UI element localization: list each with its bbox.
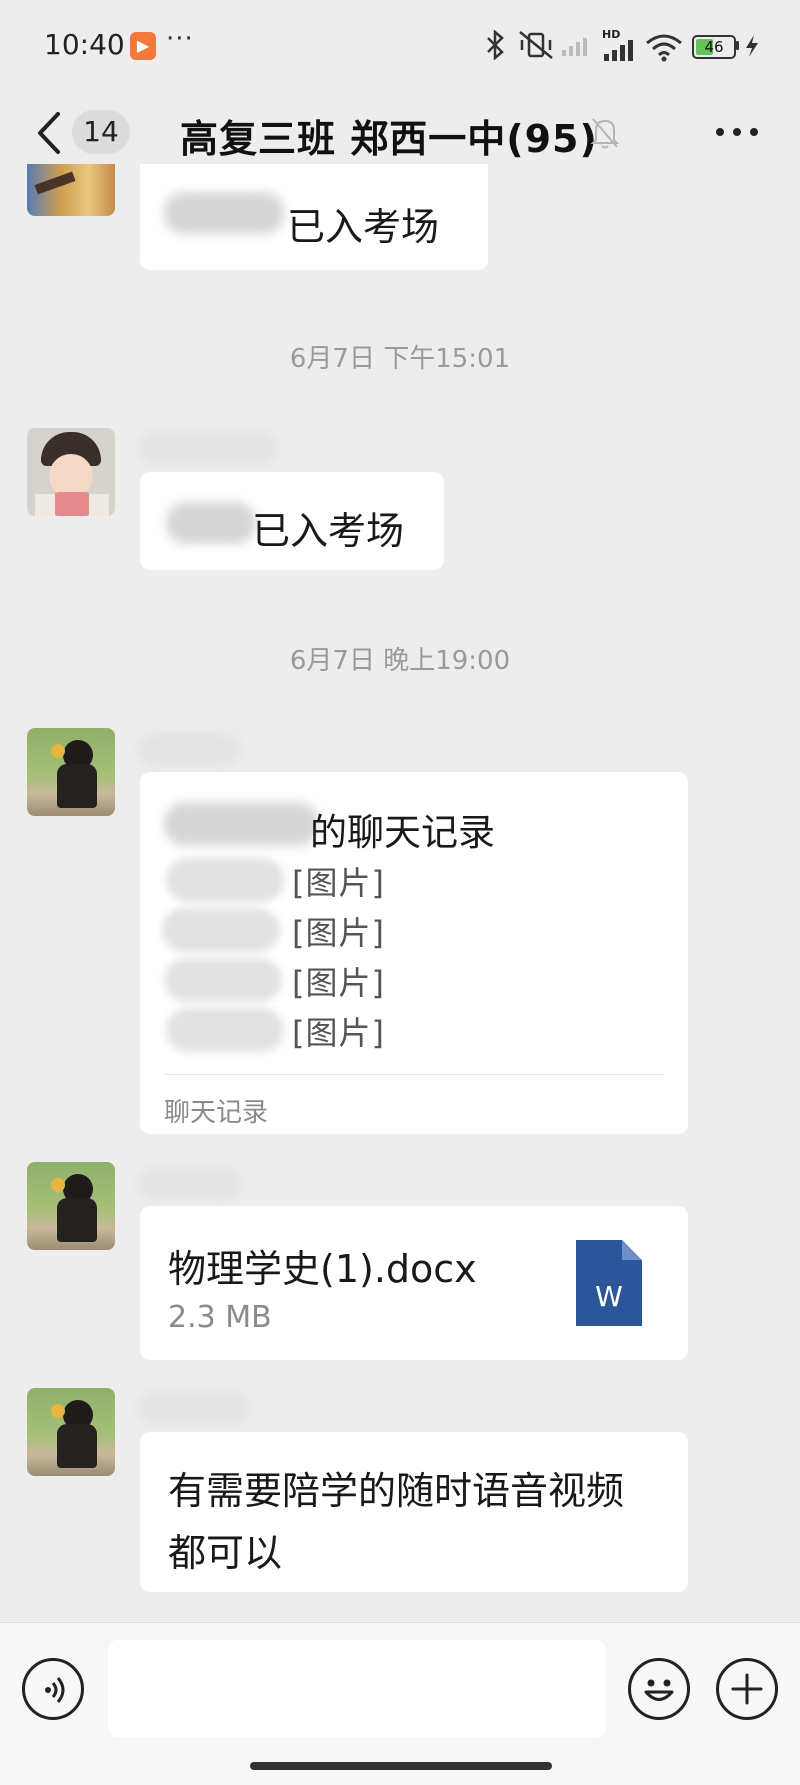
voice-input-button[interactable] bbox=[22, 1658, 84, 1720]
video-app-icon: ▶ bbox=[130, 32, 156, 60]
wifi-icon bbox=[646, 34, 682, 62]
unread-count-badge[interactable]: 14 bbox=[72, 110, 130, 154]
sender-name-redacted bbox=[138, 1168, 240, 1200]
chat-record-line: [图片] bbox=[292, 964, 385, 1002]
redacted-name bbox=[164, 958, 282, 1002]
message-bubble[interactable]: 有需要陪学的随时语音视频 都可以 bbox=[140, 1432, 688, 1592]
signal-off-icon bbox=[562, 38, 587, 56]
redacted-name bbox=[166, 1008, 284, 1052]
message-bubble[interactable]: 已入考场 bbox=[140, 472, 444, 570]
avatar[interactable] bbox=[27, 728, 115, 816]
chat-record-footer: 聊天记录 bbox=[164, 1098, 269, 1128]
chat-record-line: [图片] bbox=[292, 864, 385, 902]
redacted-name bbox=[166, 502, 256, 544]
word-document-icon: W bbox=[576, 1240, 642, 1326]
redacted-name bbox=[164, 192, 284, 234]
message-input[interactable] bbox=[108, 1640, 606, 1738]
voice-icon bbox=[45, 1677, 65, 1703]
bluetooth-icon bbox=[487, 30, 504, 60]
timestamp: 6月7日 下午15:01 bbox=[289, 344, 511, 374]
avatar[interactable] bbox=[27, 164, 115, 216]
file-size: 2.3 MB bbox=[168, 1300, 272, 1335]
sender-name-redacted bbox=[138, 734, 240, 766]
file-name: 物理学史(1).docx bbox=[168, 1247, 477, 1291]
word-icon-letter: W bbox=[595, 1280, 623, 1313]
chat-record-line: [图片] bbox=[292, 1014, 385, 1052]
timestamp: 6月7日 晚上19:00 bbox=[289, 646, 511, 676]
redacted-name bbox=[166, 858, 284, 902]
home-indicator[interactable] bbox=[250, 1762, 552, 1770]
emoji-button[interactable] bbox=[628, 1658, 690, 1720]
redacted-name bbox=[164, 802, 318, 846]
battery-indicator: 46 bbox=[692, 35, 736, 59]
battery-tip bbox=[736, 41, 739, 50]
message-text: 已入考场 bbox=[287, 205, 440, 249]
message-bubble[interactable]: 已入考场 bbox=[140, 164, 488, 270]
avatar[interactable] bbox=[27, 1162, 115, 1250]
sender-name-redacted bbox=[138, 432, 278, 464]
emoji-icon bbox=[644, 1679, 674, 1701]
chat-record-card[interactable]: 的聊天记录 [图片] [图片] [图片] [图片] 聊天记录 bbox=[140, 772, 688, 1134]
back-button[interactable] bbox=[30, 108, 70, 158]
chat-title[interactable]: 高复三班 郑西一中(95) bbox=[180, 108, 598, 163]
avatar[interactable] bbox=[27, 1388, 115, 1476]
sender-name-redacted bbox=[138, 1392, 248, 1424]
signal-icon bbox=[604, 40, 633, 61]
chat-record-line: [图片] bbox=[292, 914, 385, 952]
plus-icon bbox=[731, 1673, 763, 1705]
message-text-line: 都可以 bbox=[168, 1531, 283, 1575]
mute-bell-icon bbox=[590, 118, 620, 149]
file-message-card[interactable]: 物理学史(1).docx 2.3 MB W bbox=[140, 1206, 688, 1360]
redacted-name bbox=[162, 908, 280, 952]
divider bbox=[164, 1074, 664, 1075]
status-more-indicator: ··· bbox=[166, 24, 194, 54]
avatar[interactable] bbox=[27, 428, 115, 516]
vibrate-off-icon bbox=[519, 31, 553, 59]
status-time: 10:40 bbox=[44, 28, 125, 61]
battery-level: 46 bbox=[704, 38, 724, 56]
charging-icon bbox=[746, 35, 758, 57]
more-options-button[interactable] bbox=[712, 116, 762, 146]
chat-record-title: 的聊天记录 bbox=[310, 811, 495, 854]
more-functions-button[interactable] bbox=[716, 1658, 778, 1720]
message-text: 已入考场 bbox=[252, 509, 405, 553]
message-text-line: 有需要陪学的随时语音视频 bbox=[168, 1469, 625, 1513]
